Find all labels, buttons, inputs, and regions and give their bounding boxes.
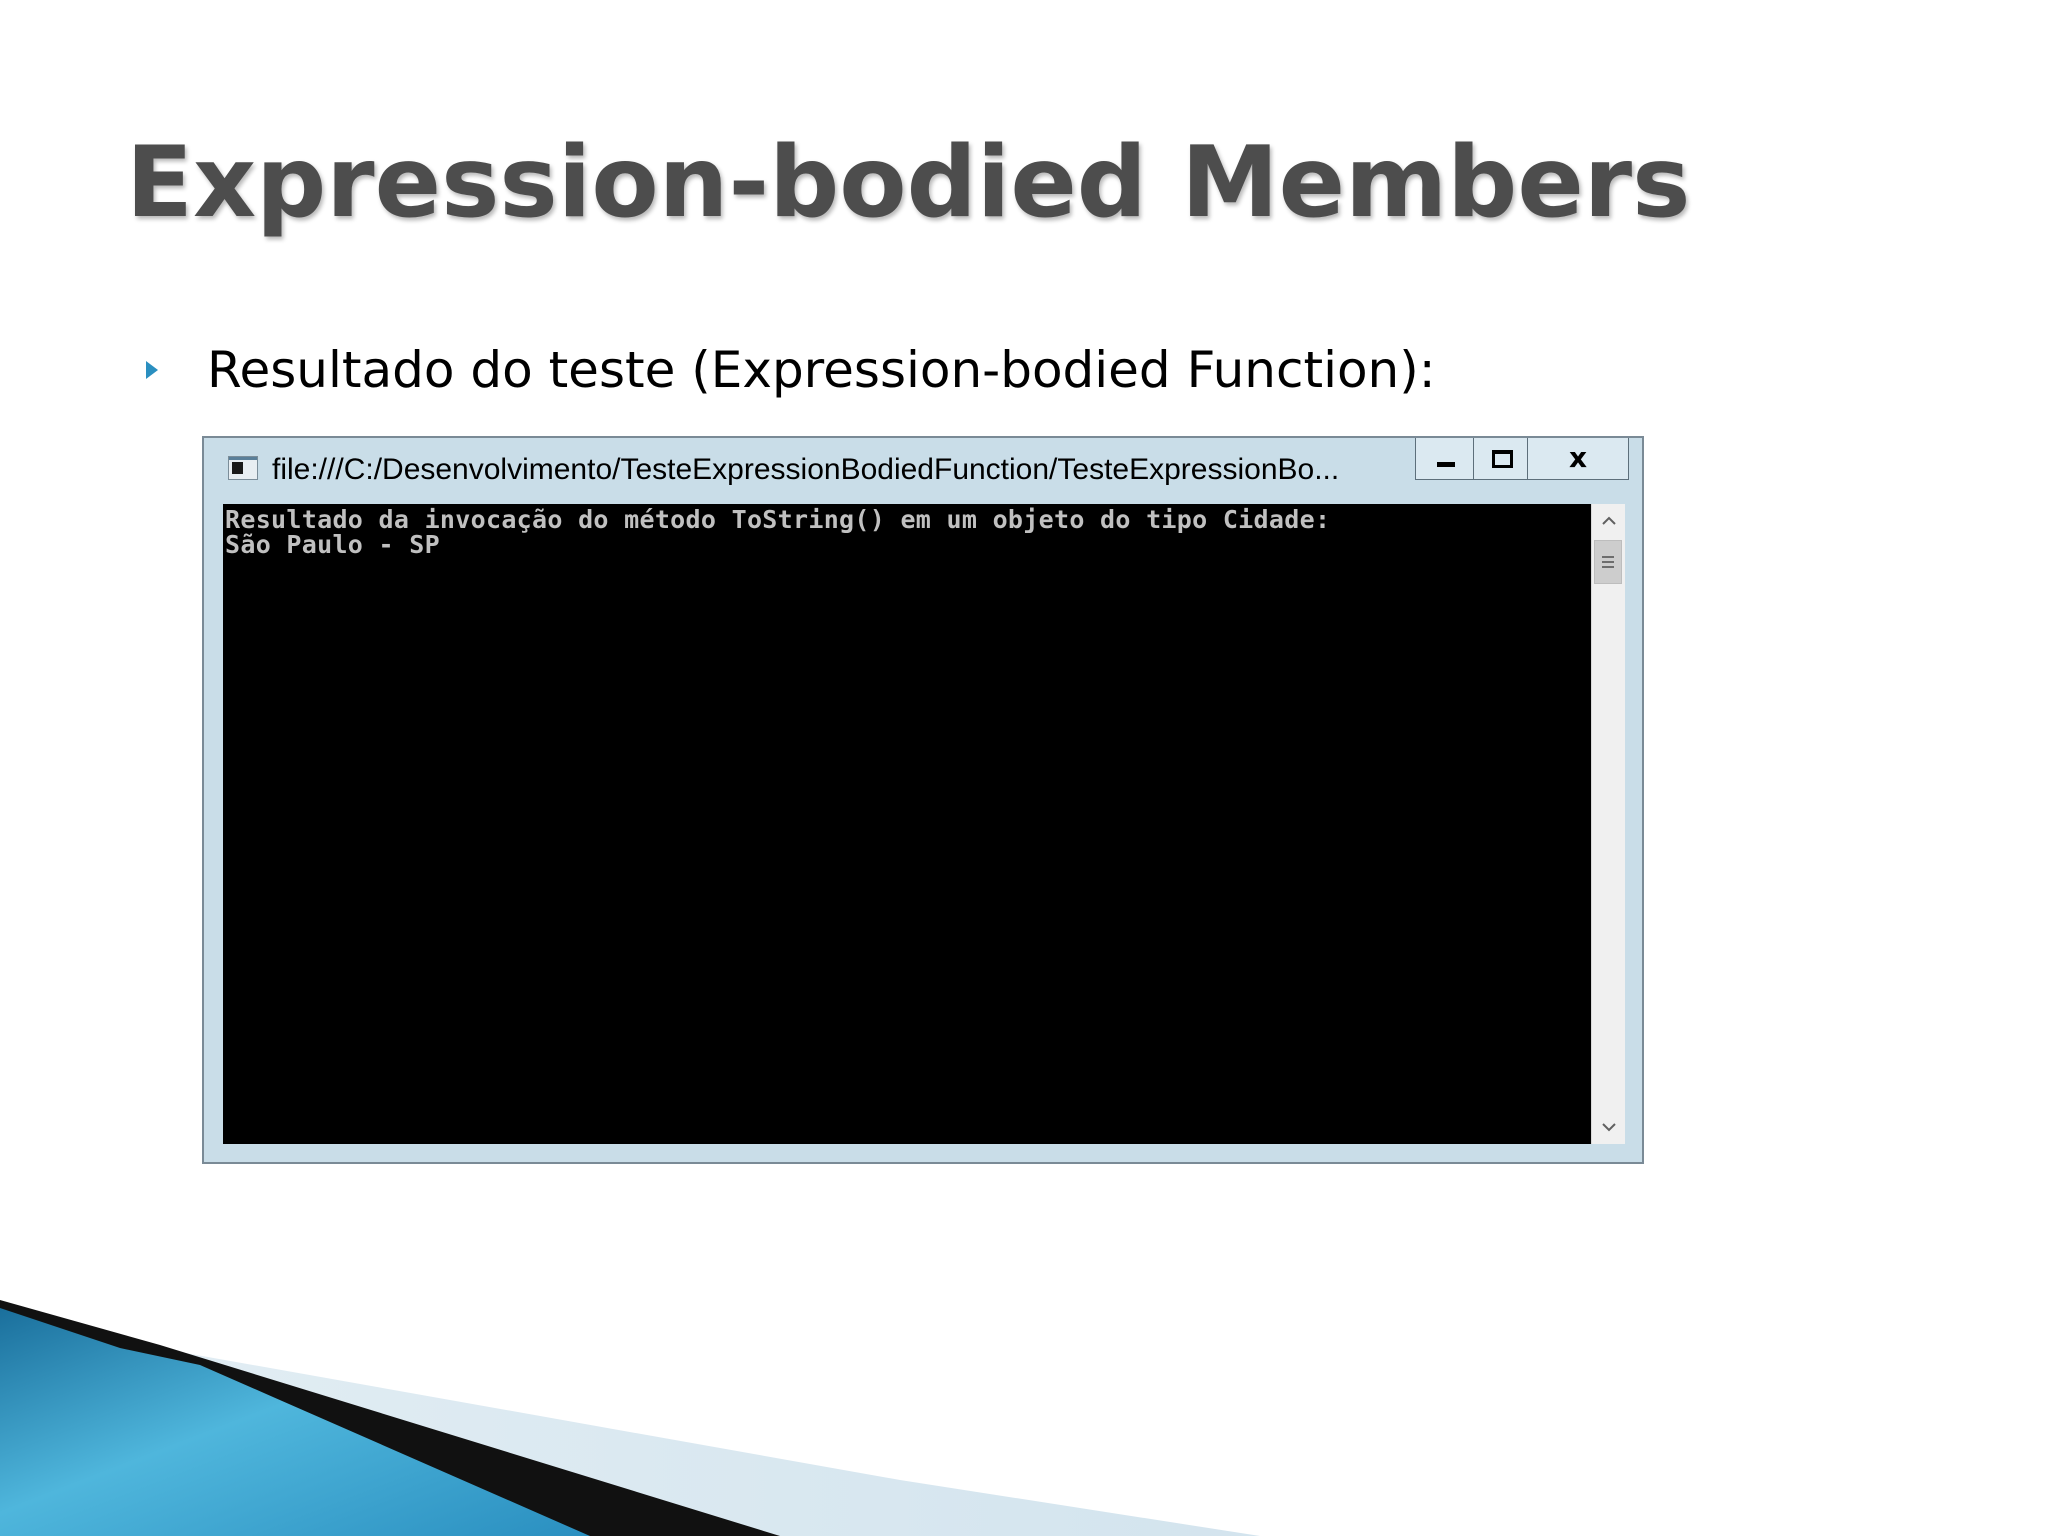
minimize-icon[interactable] bbox=[1416, 438, 1474, 479]
close-icon: x bbox=[1568, 441, 1588, 474]
console-output: Resultado da invocação do método ToStrin… bbox=[225, 507, 1330, 557]
console-line: São Paulo - SP bbox=[225, 530, 440, 559]
chevron-down-icon[interactable] bbox=[1592, 1110, 1625, 1144]
close-button[interactable]: x bbox=[1528, 438, 1628, 479]
vertical-scrollbar[interactable] bbox=[1591, 504, 1625, 1144]
decorative-swoosh bbox=[0, 1300, 1260, 1536]
triangle-bullet-icon bbox=[146, 361, 158, 379]
slide-title: Expression-bodied Members bbox=[126, 126, 1691, 240]
bullet-text: Resultado do teste (Expression-bodied Fu… bbox=[207, 341, 1436, 399]
maximize-icon[interactable] bbox=[1474, 438, 1528, 479]
chevron-up-icon[interactable] bbox=[1592, 504, 1625, 538]
bullet-item: Resultado do teste (Expression-bodied Fu… bbox=[146, 340, 1436, 400]
console-output-area[interactable]: Resultado da invocação do método ToStrin… bbox=[223, 504, 1591, 1144]
console-line: Resultado da invocação do método ToStrin… bbox=[225, 505, 1331, 534]
grip-icon bbox=[1602, 556, 1614, 558]
console-window: file:///C:/Desenvolvimento/TesteExpressi… bbox=[202, 436, 1644, 1164]
scrollbar-thumb[interactable] bbox=[1594, 540, 1622, 584]
window-titlebar[interactable]: file:///C:/Desenvolvimento/TesteExpressi… bbox=[204, 438, 1642, 504]
window-caption-buttons: x bbox=[1415, 438, 1629, 480]
chevron-down-glyph bbox=[1601, 1123, 1616, 1132]
window-title: file:///C:/Desenvolvimento/TesteExpressi… bbox=[272, 453, 1340, 486]
chevron-up-glyph bbox=[1601, 516, 1616, 525]
console-app-icon[interactable] bbox=[228, 456, 258, 480]
